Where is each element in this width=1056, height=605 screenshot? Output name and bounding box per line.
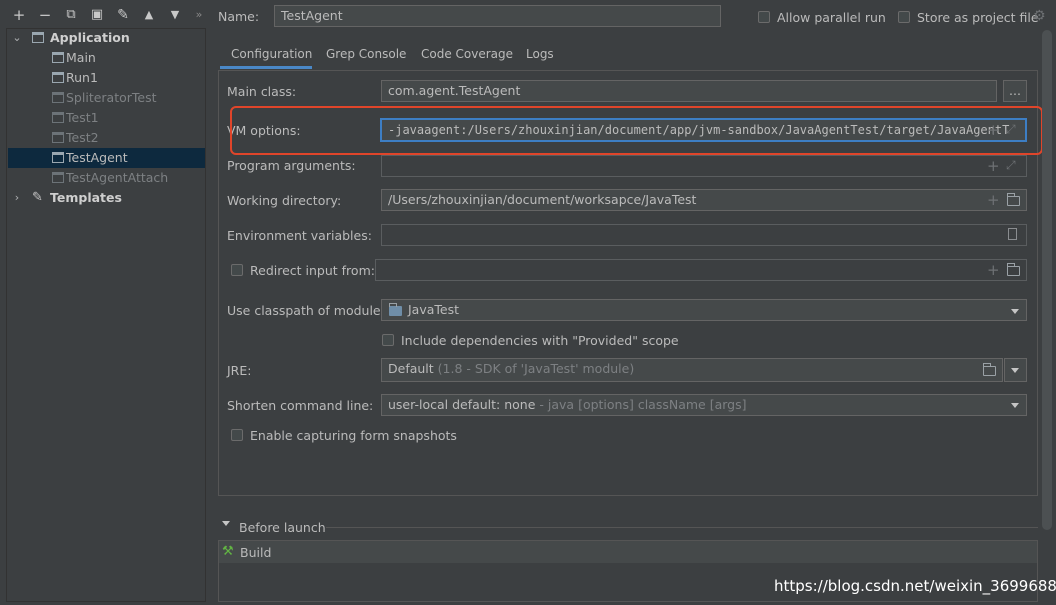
tree-item-main[interactable]: Main [8,48,205,68]
classpath-module-label: Use classpath of module: [227,303,385,318]
name-field[interactable]: TestAgent [274,5,721,27]
store-project-checkbox[interactable] [898,11,910,23]
application-config-icon [32,32,44,43]
add-icon[interactable]: + [9,6,29,24]
more-icon[interactable]: » [189,6,209,24]
tree-application-label: Application [50,30,130,45]
chevron-down-icon[interactable] [1011,403,1019,408]
tree-item-label: TestAgent [66,150,128,165]
tab-active-indicator [220,66,312,69]
run-config-icon [52,52,64,63]
run-config-icon [52,152,64,163]
chevron-down-icon[interactable] [1011,309,1019,314]
tree-templates-label: Templates [50,190,122,205]
tree-item-testagentattach[interactable]: TestAgentAttach [8,168,205,188]
tree-item-label: Test2 [66,130,99,145]
allow-parallel-label: Allow parallel run [777,10,886,25]
watermark-text: https://blog.csdn.net/weixin_36996888 [774,577,1056,595]
tree-node-application[interactable]: ⌄ Application [8,28,208,48]
gear-icon[interactable]: ⚙ [1033,8,1046,24]
jre-label: JRE: [227,363,252,378]
classpath-module-select[interactable]: JavaTest [381,299,1027,321]
arrow-down-icon[interactable]: ▼ [165,6,185,24]
include-dependencies-checkbox[interactable] [382,334,394,346]
redirect-input-field[interactable] [375,259,1027,281]
redirect-input-checkbox[interactable] [231,264,243,276]
run-config-icon [52,92,64,103]
list-item[interactable] [219,541,1037,563]
folder-icon[interactable] [983,363,996,376]
shorten-hint: - java [options] className [args] [539,397,747,412]
tree-node-templates[interactable]: › ✎ Templates [8,188,208,208]
shorten-command-line-label: Shorten command line: [227,398,374,413]
store-project-label: Store as project file [917,10,1039,25]
expand-plus-icon[interactable]: + [987,158,1000,174]
tree-item-run1[interactable]: Run1 [8,68,205,88]
include-dependencies-label: Include dependencies with "Provided" sco… [401,333,679,348]
jre-value: Default [388,361,434,376]
tree-item-label: Run1 [66,70,98,85]
folder-icon[interactable] [1007,193,1020,206]
module-icon [389,303,402,316]
main-class-field[interactable]: com.agent.TestAgent [381,80,997,102]
form-snapshots-checkbox[interactable] [231,429,243,441]
tree-item-label: Test1 [66,110,99,125]
arrow-up-icon[interactable]: ▲ [139,6,159,24]
shorten-value: user-local default: none [388,397,536,412]
edit-list-icon[interactable] [1008,228,1017,240]
jre-hint: (1.8 - SDK of 'JavaTest' module) [437,361,635,376]
tree-item-label: TestAgentAttach [66,170,169,185]
tab-code-coverage[interactable]: Code Coverage [421,47,513,71]
working-directory-label: Working directory: [227,193,342,208]
shorten-command-line-select[interactable]: user-local default: none - java [options… [381,394,1027,416]
program-arguments-field[interactable] [381,155,1027,177]
tree-item-test2[interactable]: Test2 [8,128,205,148]
allow-parallel-checkbox[interactable] [758,11,770,23]
tree-item-label: SpliteratorTest [66,90,157,105]
tree-item-spliteratortest[interactable]: SpliteratorTest [8,88,205,108]
chevron-down-icon[interactable] [1011,368,1019,373]
working-directory-field[interactable]: /Users/zhouxinjian/document/worksapce/Ja… [381,189,1027,211]
expand-plus-icon[interactable]: + [987,262,1000,278]
chevron-down-icon[interactable]: ⌄ [12,28,22,48]
program-arguments-label: Program arguments: [227,158,356,173]
redirect-input-label: Redirect input from: [250,263,375,278]
divider [326,527,1038,528]
name-label: Name: [218,9,260,24]
run-config-icon [52,132,64,143]
browse-button[interactable]: ... [1003,80,1027,102]
build-task-label: Build [240,545,272,560]
folder-icon[interactable] [1007,263,1020,276]
remove-icon[interactable]: − [35,6,55,24]
tab-grep-console[interactable]: Grep Console [326,47,406,71]
scrollbar[interactable] [1042,30,1052,530]
save-icon[interactable]: ▣ [87,6,107,24]
chevron-down-icon[interactable] [222,521,230,526]
environment-variables-label: Environment variables: [227,228,372,243]
tree-item-label: Main [66,50,96,65]
run-config-icon [52,72,64,83]
expand-icon[interactable]: ⤢ [1006,158,1016,173]
highlight-annotation [230,106,1043,155]
expand-plus-icon[interactable]: + [987,192,1000,208]
run-config-icon [52,112,64,123]
wrench-icon[interactable]: ✎ [113,6,133,24]
hammer-icon: ⚒ [222,544,234,559]
before-launch-title: Before launch [239,520,326,535]
copy-icon[interactable]: ⧉ [61,6,81,24]
form-snapshots-label: Enable capturing form snapshots [250,428,457,443]
tab-logs[interactable]: Logs [526,47,554,71]
environment-variables-field[interactable] [381,224,1027,246]
tree-item-testagent[interactable]: TestAgent [8,148,205,168]
tree-item-test1[interactable]: Test1 [8,108,205,128]
run-config-icon [52,172,64,183]
main-class-label: Main class: [227,84,297,99]
chevron-right-icon[interactable]: › [12,188,22,208]
wrench-icon: ✎ [32,190,43,205]
jre-select[interactable]: Default (1.8 - SDK of 'JavaTest' module) [381,358,1003,382]
